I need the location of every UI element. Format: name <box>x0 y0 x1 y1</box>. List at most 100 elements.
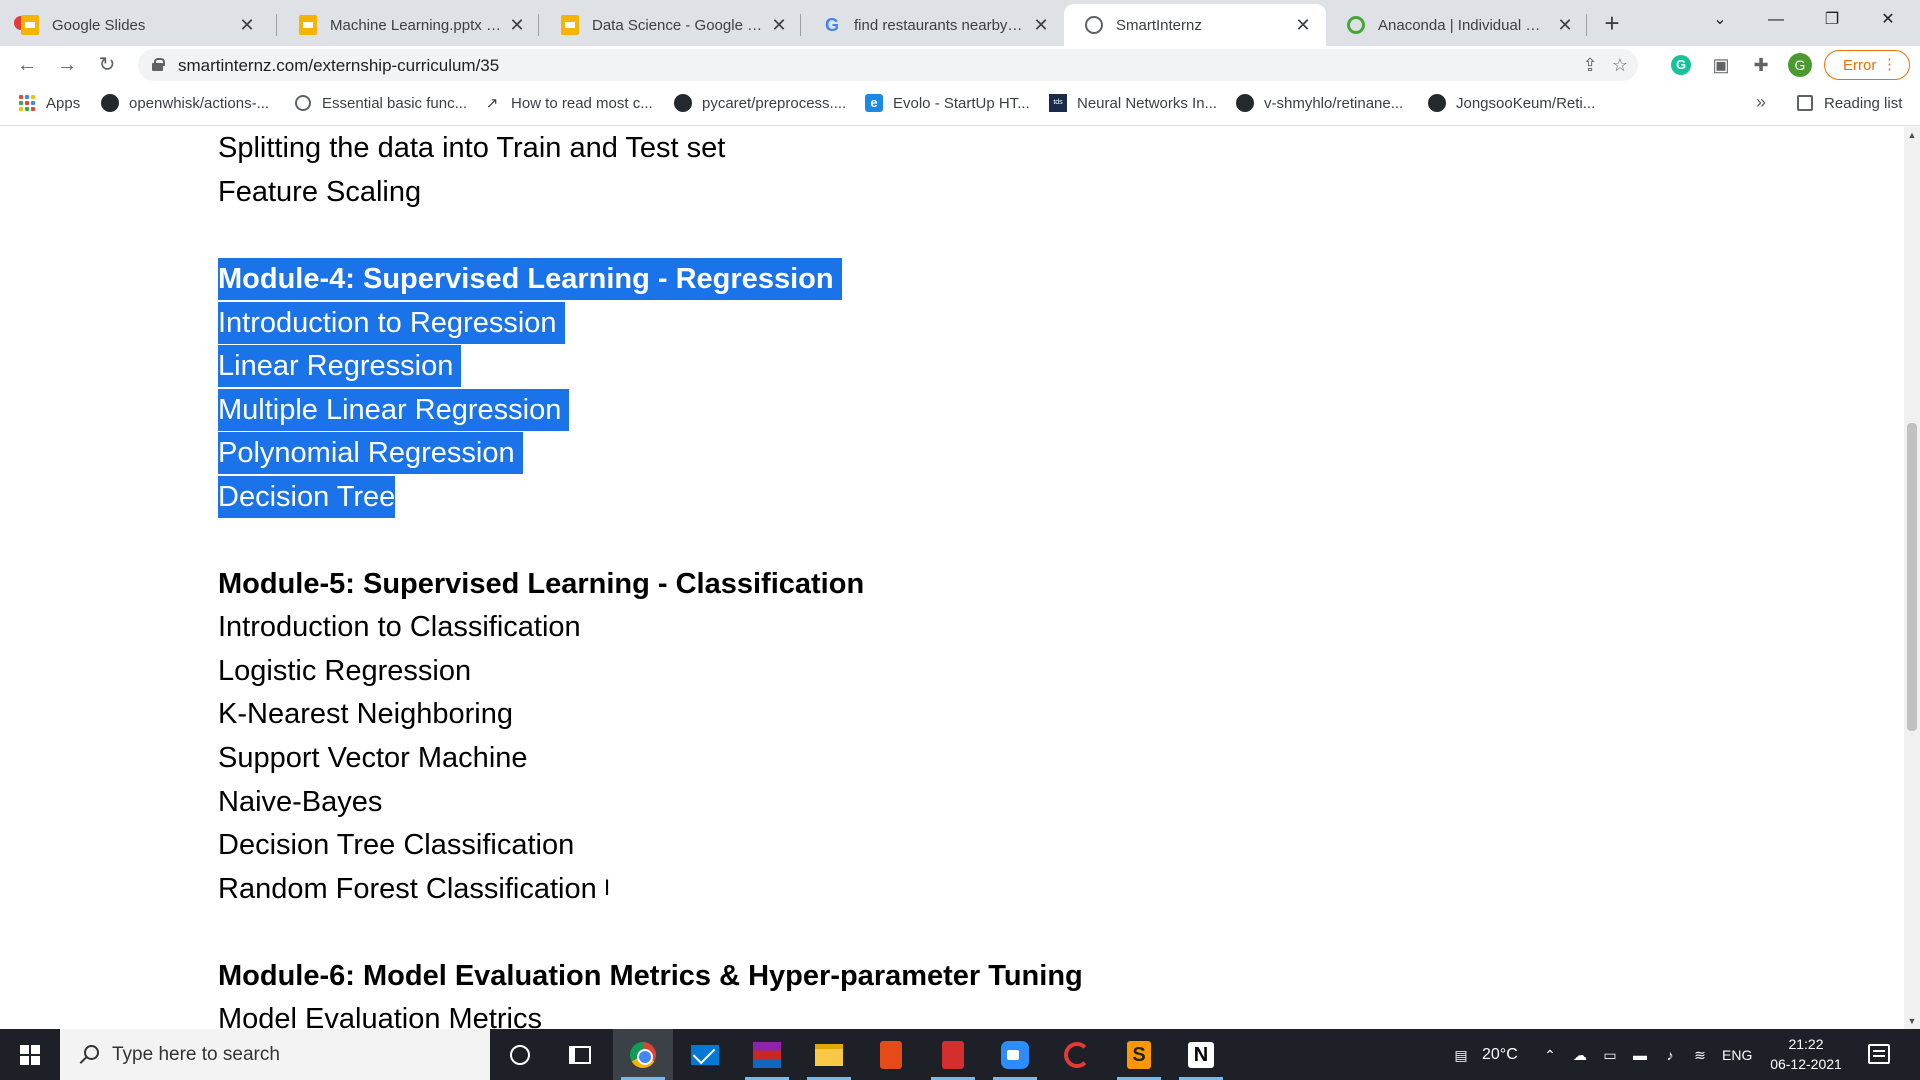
globe-icon <box>294 94 312 112</box>
start-button[interactable] <box>0 1029 60 1080</box>
spiral-app-icon <box>1064 1041 1090 1068</box>
profile-avatar[interactable]: G <box>1787 52 1813 78</box>
display-icon[interactable]: ▭ <box>1600 1045 1620 1065</box>
bookmark-neural-networks[interactable]: tds Neural Networks In... <box>1049 94 1217 112</box>
forward-button[interactable]: → <box>52 50 82 80</box>
cortana-button[interactable] <box>490 1029 550 1080</box>
office-red-taskbar-button[interactable] <box>923 1029 983 1080</box>
tab-title: find restaurants nearby - G <box>854 16 1026 34</box>
reload-button[interactable]: ↻ <box>92 50 122 80</box>
tab-smartinternz[interactable]: SmartInternz ✕ <box>1064 4 1326 46</box>
curriculum-item: Decision Tree Classification <box>218 829 575 861</box>
volume-icon[interactable]: ♪ <box>1660 1045 1680 1065</box>
minimize-button[interactable]: — <box>1748 4 1804 36</box>
menu-dots-icon[interactable]: ⋮ <box>1882 55 1897 73</box>
chrome-taskbar-button[interactable] <box>613 1029 673 1080</box>
curriculum-item: Introduction to Classification <box>218 611 581 643</box>
tab-separator <box>538 14 539 36</box>
bookmark-label: Neural Networks In... <box>1077 94 1218 112</box>
tab-find-restaurants[interactable]: G find restaurants nearby - G ✕ <box>802 4 1064 46</box>
share-icon[interactable]: ⇪ <box>1578 53 1602 77</box>
close-icon[interactable]: ✕ <box>1294 16 1312 34</box>
bookmark-openwhisk[interactable]: openwhisk/actions-... <box>101 94 269 112</box>
url-text[interactable]: smartinternz.com/externship-curriculum/3… <box>178 56 499 76</box>
windows-logo-icon <box>20 1044 40 1065</box>
battery-icon[interactable]: ▬ <box>1630 1045 1650 1065</box>
close-icon[interactable]: ✕ <box>508 16 526 34</box>
address-bar[interactable]: smartinternz.com/externship-curriculum/3… <box>138 49 1638 81</box>
weather-temp[interactable]: 20°C <box>1482 1029 1518 1080</box>
bookmark-star-icon[interactable]: ☆ <box>1608 53 1632 77</box>
notion-taskbar-button[interactable]: N <box>1171 1029 1231 1080</box>
bookmark-essential-basic[interactable]: Essential basic func... <box>294 94 467 112</box>
search-icon <box>78 1044 99 1065</box>
spiral-app-taskbar-button[interactable] <box>1047 1029 1107 1080</box>
mail-taskbar-button[interactable] <box>675 1029 735 1080</box>
text-cursor-icon: I <box>604 875 611 900</box>
google-slides-icon <box>298 15 318 35</box>
curriculum-item: Feature Scaling <box>218 176 422 208</box>
bookmark-jongsookeum[interactable]: JongsooKeum/Reti... <box>1428 94 1595 112</box>
tab-anaconda[interactable]: Anaconda | Individual Editio ✕ <box>1326 4 1588 46</box>
explorer-taskbar-button[interactable] <box>799 1029 859 1080</box>
bookmark-pycaret[interactable]: pycaret/preprocess.... <box>674 94 846 112</box>
language-indicator[interactable]: ENG <box>1722 1029 1752 1080</box>
bookmark-apps[interactable]: Apps <box>18 94 80 112</box>
bookmarks-overflow-icon[interactable]: » <box>1756 92 1766 113</box>
chevron-up-icon[interactable]: ⌃ <box>1540 1045 1560 1065</box>
zoom-taskbar-button[interactable] <box>985 1029 1045 1080</box>
taskbar-search[interactable]: Type here to search <box>60 1029 490 1080</box>
restore-button[interactable]: ❐ <box>1804 4 1860 36</box>
wifi-icon[interactable]: ≋ <box>1690 1045 1710 1065</box>
sublime-taskbar-button[interactable]: S <box>1109 1029 1169 1080</box>
curriculum-item: Decision Tree <box>218 476 396 518</box>
back-button[interactable]: ← <box>12 50 42 80</box>
winrar-taskbar-button[interactable] <box>737 1029 797 1080</box>
clock[interactable]: 21:22 06-12-2021 <box>1756 1034 1856 1074</box>
profile-error-button[interactable]: Error ⋮ <box>1824 50 1910 80</box>
bookmark-evolo[interactable]: e Evolo - StartUp HT... <box>865 94 1030 112</box>
notification-icon[interactable] <box>1868 1044 1890 1064</box>
close-icon[interactable]: ✕ <box>1556 16 1574 34</box>
tab-search-button[interactable]: ⌄ <box>1692 4 1748 36</box>
page-scrollbar[interactable]: ▲ ▼ <box>1904 127 1920 1029</box>
grammarly-extension-icon[interactable]: G <box>1668 52 1694 78</box>
bookmark-retinanet[interactable]: v-shmyhlo/retinane... <box>1236 94 1403 112</box>
close-icon[interactable]: ✕ <box>770 16 788 34</box>
curriculum-item: Polynomial Regression <box>218 432 523 474</box>
github-icon <box>1428 94 1446 112</box>
tab-data-science[interactable]: Data Science - Google Slide ✕ <box>540 4 802 46</box>
window-close-button[interactable]: ✕ <box>1860 4 1916 36</box>
close-icon[interactable]: ✕ <box>238 16 256 34</box>
error-label: Error <box>1843 56 1877 74</box>
edge-icon: e <box>865 94 883 112</box>
extensions-puzzle-icon[interactable]: ✚ <box>1748 52 1774 78</box>
scroll-down-icon[interactable]: ▼ <box>1904 1013 1920 1029</box>
apps-grid-icon <box>18 94 36 112</box>
cortana-icon <box>510 1044 530 1065</box>
close-icon[interactable]: ✕ <box>1032 16 1050 34</box>
office-taskbar-button[interactable] <box>861 1029 921 1080</box>
bookmark-how-to-read[interactable]: ↗ How to read most c... <box>483 94 653 113</box>
anaconda-icon <box>1346 15 1366 35</box>
bookmark-label: openwhisk/actions-... <box>129 94 270 112</box>
github-icon <box>101 94 119 112</box>
scroll-up-icon[interactable]: ▲ <box>1904 127 1920 143</box>
zoom-icon <box>1001 1040 1029 1069</box>
tab-machine-learning[interactable]: Machine Learning.pptx - Go ✕ <box>278 4 540 46</box>
curriculum-item: Support Vector Machine <box>218 742 528 774</box>
reading-list-button[interactable]: Reading list <box>1796 94 1902 112</box>
tab-strip: Google Slides ✕ Machine Learning.pptx - … <box>0 0 1920 46</box>
task-view-button[interactable] <box>550 1029 610 1080</box>
weather-icon[interactable]: ▤ <box>1448 1045 1474 1065</box>
tab-separator <box>1586 14 1587 36</box>
lock-icon[interactable] <box>152 58 165 71</box>
tab-google-slides[interactable]: Google Slides ✕ <box>0 4 270 46</box>
tab-title: Machine Learning.pptx - Go <box>330 16 502 34</box>
windows-taskbar: Type here to search S N ▤ 20°C ⌃ ☁ ▭ ▬ ♪… <box>0 1029 1920 1080</box>
cloud-icon[interactable]: ☁ <box>1570 1045 1590 1065</box>
new-tab-button[interactable]: + <box>1597 8 1627 38</box>
image-extension-icon[interactable]: ▣ <box>1708 52 1734 78</box>
scrollbar-thumb[interactable] <box>1907 423 1917 731</box>
office-icon <box>880 1040 902 1069</box>
